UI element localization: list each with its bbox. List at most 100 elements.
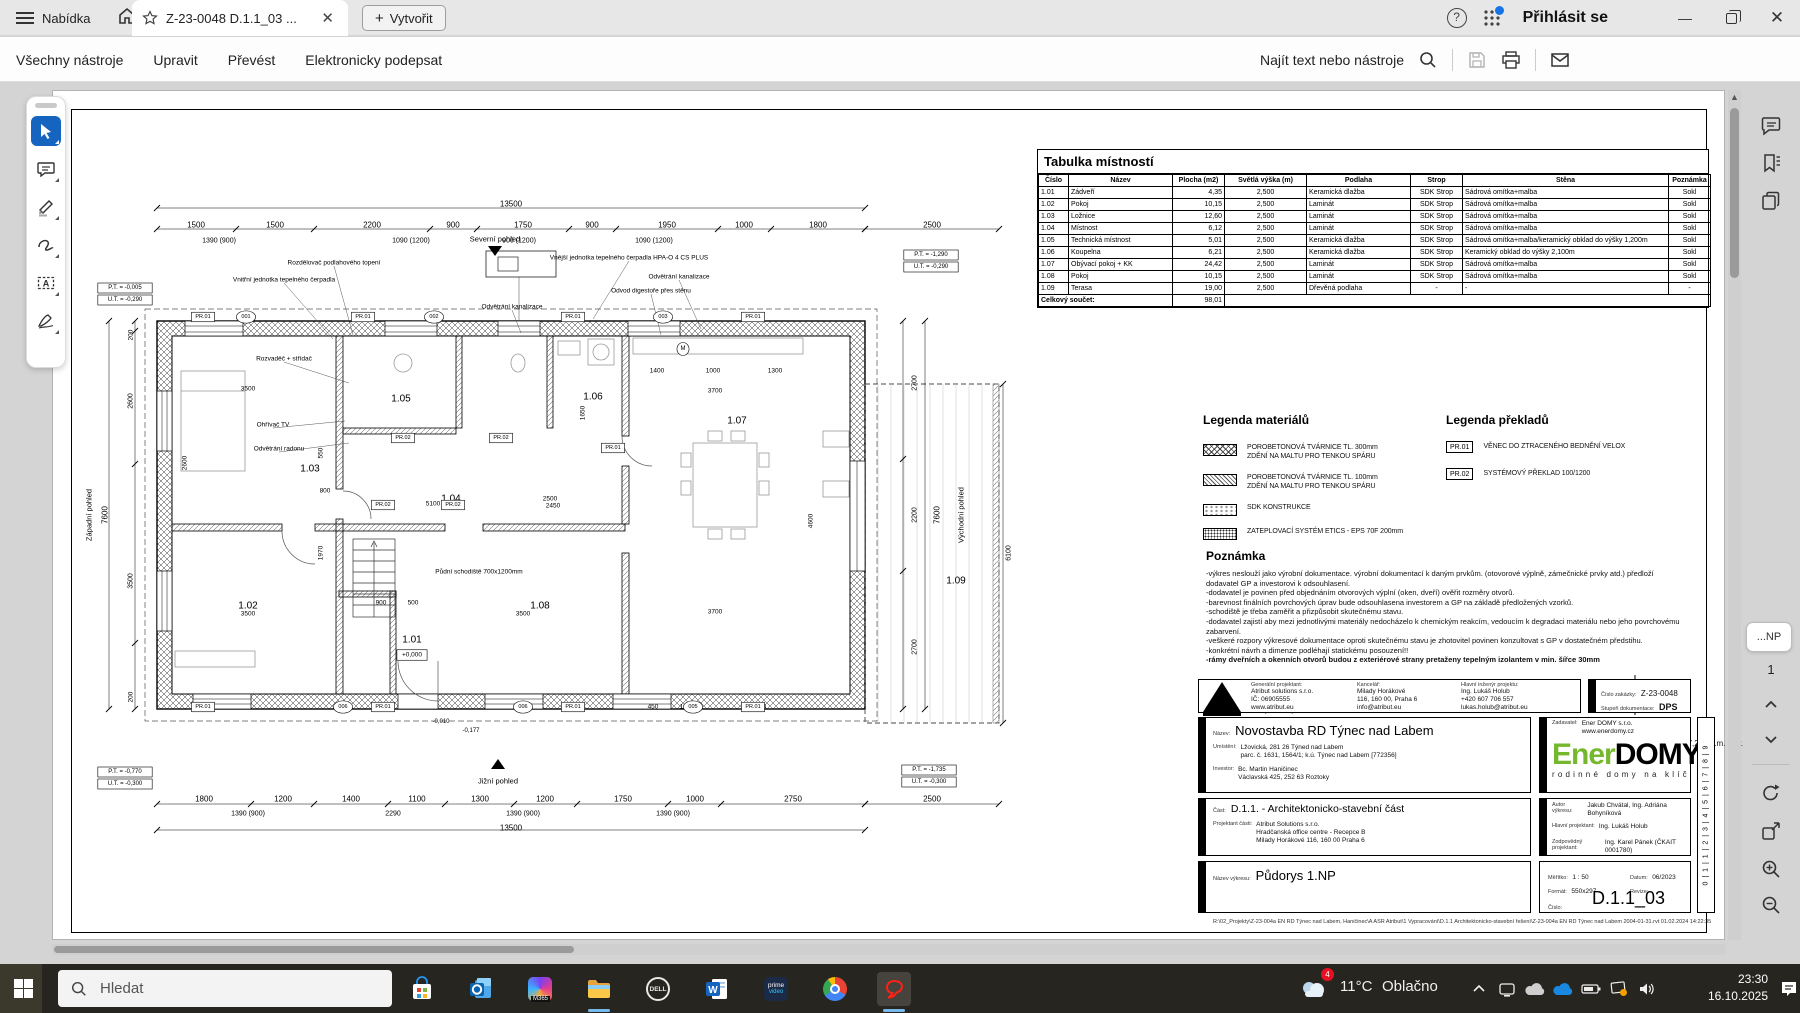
save-icon[interactable] <box>1467 50 1487 70</box>
vertical-scrollbar-thumb[interactable] <box>1730 108 1739 278</box>
svg-text:1500: 1500 <box>187 221 205 230</box>
notes-title: Poznámka <box>1206 549 1265 563</box>
pages-panel-icon[interactable] <box>1754 184 1788 218</box>
create-button[interactable]: + Vytvořit <box>362 5 446 31</box>
vertical-scrollbar[interactable]: ▲ <box>1728 90 1741 940</box>
dell-icon[interactable]: DELL <box>641 972 675 1006</box>
svg-text:550: 550 <box>318 447 325 458</box>
sign-in-button[interactable]: Přihlásit se <box>1523 9 1608 27</box>
draw-tool[interactable] <box>31 230 61 260</box>
menu-label[interactable]: Nabídka <box>42 11 90 26</box>
chrome-icon[interactable] <box>818 972 852 1006</box>
file-path-note: R:\02_Projekty\Z-23-004a EN RD Týnec nad… <box>1213 919 1711 925</box>
tab-close-icon[interactable]: ✕ <box>317 9 338 27</box>
notification-center-icon[interactable] <box>1772 972 1800 1006</box>
menu-esign[interactable]: Elektronicky podepsat <box>305 52 442 68</box>
menu-icon[interactable] <box>16 12 34 24</box>
export-page-icon[interactable] <box>1754 814 1788 848</box>
weather-icon[interactable]: 4 <box>1296 972 1330 1006</box>
m365-icon[interactable]: M365 <box>523 972 557 1006</box>
help-icon[interactable]: ? <box>1447 8 1467 28</box>
word-icon[interactable]: W <box>700 972 734 1006</box>
acrobat-icon[interactable] <box>877 972 911 1006</box>
room-table-header: Strop <box>1411 175 1463 187</box>
taskbar-search[interactable]: Hledat <box>58 970 392 1007</box>
zoom-out-icon[interactable] <box>1754 888 1788 922</box>
bookmarks-panel-icon[interactable] <box>1754 146 1788 180</box>
svg-text:PR.01: PR.01 <box>195 314 210 320</box>
gen-web: www.atribut.eu <box>1251 704 1313 712</box>
stup-label: Stupeň dokumentace: <box>1601 706 1655 712</box>
volume-icon[interactable] <box>1630 972 1664 1006</box>
quick-tools-panel: A <box>26 96 66 368</box>
svg-text:1200: 1200 <box>536 795 554 804</box>
file-explorer-icon[interactable] <box>582 972 616 1006</box>
weather-desc[interactable]: Oblačno <box>1382 978 1438 995</box>
room-table-title: Tabulka místností <box>1038 150 1708 174</box>
svg-text:500: 500 <box>408 600 419 607</box>
svg-text:3500: 3500 <box>241 611 256 618</box>
zoom-in-icon[interactable] <box>1754 852 1788 886</box>
windows-start-icon[interactable] <box>14 979 33 998</box>
svg-text:003: 003 <box>658 314 667 320</box>
panel-drag-handle[interactable] <box>35 103 57 108</box>
svg-text:1750: 1750 <box>614 795 632 804</box>
legend-item: POROBETONOVÁ TVÁRNICE TL. 300mmZDĚNÍ NA … <box>1203 443 1378 461</box>
svg-text:Odvod digestoře přes stěnu: Odvod digestoře přes stěnu <box>611 288 691 295</box>
page-label-button[interactable]: ...NP <box>1746 622 1792 652</box>
menu-all-tools[interactable]: Všechny nástroje <box>16 52 123 68</box>
restore-button[interactable] <box>1708 0 1754 36</box>
svg-text:1390 (900): 1390 (900) <box>506 811 540 818</box>
close-button[interactable]: ✕ <box>1754 0 1800 36</box>
add-text-tool[interactable]: A <box>31 268 61 298</box>
svg-text:PR.01: PR.01 <box>355 314 370 320</box>
svg-text:1.03: 1.03 <box>300 464 320 475</box>
select-tool[interactable] <box>31 116 61 146</box>
chevron-down-icon[interactable] <box>1754 722 1788 756</box>
search-icon[interactable] <box>1418 50 1438 70</box>
svg-text:1.06: 1.06 <box>583 392 603 403</box>
svg-text:1750: 1750 <box>514 221 532 230</box>
star-icon[interactable] <box>142 10 158 26</box>
table-row: 1.05Technická místnost5,012,500Keramická… <box>1039 235 1711 247</box>
page-number: 1 <box>1754 662 1788 677</box>
horizontal-scrollbar-thumb[interactable] <box>54 946 574 953</box>
umisteni-l2: parc. č. 1631, 1564/1; k.ú. Týnec nad La… <box>1241 752 1397 759</box>
comments-panel-icon[interactable] <box>1754 108 1788 142</box>
comment-tool[interactable] <box>31 154 61 184</box>
taskbar-clock[interactable]: 23:30 16.10.2025 <box>1668 971 1768 1005</box>
table-row: 1.08Pokoj10,152,500LaminátSDK StropSádro… <box>1039 271 1711 283</box>
print-icon[interactable] <box>1501 50 1521 70</box>
tab-title: Z-23-0048 D.1.1_03 ... <box>166 11 317 26</box>
store-icon[interactable] <box>405 972 439 1006</box>
menu-edit[interactable]: Upravit <box>153 52 197 68</box>
sign-tool[interactable] <box>31 306 61 336</box>
menu-convert[interactable]: Převést <box>228 52 275 68</box>
svg-text:005: 005 <box>688 704 697 710</box>
svg-text:U.T. = -0,300: U.T. = -0,300 <box>108 781 143 787</box>
document-tab[interactable]: Z-23-0048 D.1.1_03 ... ✕ <box>132 0 348 36</box>
apps-grid-icon[interactable] <box>1483 9 1501 27</box>
zadavatel-label: Zadavatel: <box>1552 720 1578 736</box>
weather-temp[interactable]: 11°C <box>1340 978 1372 995</box>
highlight-tool[interactable] <box>31 192 61 222</box>
outlook-icon[interactable] <box>464 972 498 1006</box>
svg-text:2750: 2750 <box>784 795 802 804</box>
svg-text:PR.01: PR.01 <box>745 314 760 320</box>
minimize-button[interactable]: — <box>1662 0 1708 36</box>
mail-icon[interactable] <box>1550 50 1570 70</box>
svg-text:+0,000: +0,000 <box>402 652 422 659</box>
prime-video-icon[interactable]: primevideo <box>759 972 793 1006</box>
svg-text:800: 800 <box>320 488 331 495</box>
horizontal-scrollbar[interactable] <box>52 944 1725 955</box>
nazev-label: Název: <box>1213 731 1230 737</box>
svg-text:2200: 2200 <box>912 507 919 523</box>
chevron-up-icon[interactable] <box>1754 688 1788 722</box>
svg-text:1.05: 1.05 <box>391 394 411 405</box>
svg-text:1400: 1400 <box>342 795 360 804</box>
svg-text:200: 200 <box>128 329 135 340</box>
rotate-page-icon[interactable] <box>1754 776 1788 810</box>
titleblock-drawing: Název výkresu: Půdorys 1.NP <box>1198 861 1531 913</box>
search-label[interactable]: Najít text nebo nástroje <box>1260 52 1404 68</box>
svg-text:4600: 4600 <box>808 513 815 528</box>
